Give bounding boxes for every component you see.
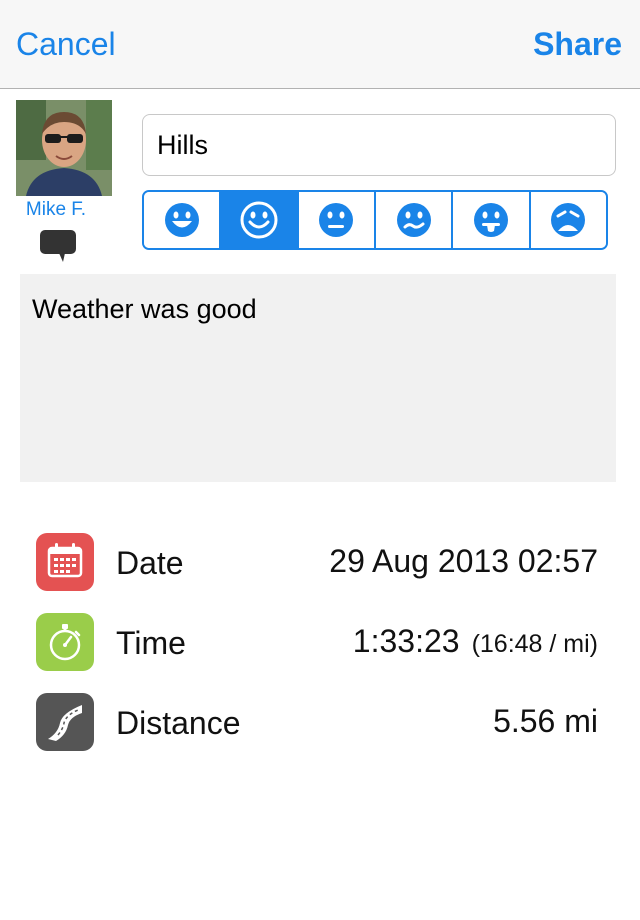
stopwatch-icon [36, 613, 94, 671]
mood-neutral-option[interactable] [298, 192, 376, 248]
mood-sad-option[interactable] [530, 192, 606, 248]
mood-selector [142, 190, 608, 250]
meh-face-icon [396, 203, 431, 237]
distance-row[interactable]: Distance 5.56 mi [36, 693, 604, 751]
speech-bubble-icon[interactable] [39, 228, 77, 264]
time-value-group: 1:33:23 (16:48 / mi) [353, 623, 598, 660]
time-value: 1:33:23 [352, 623, 460, 659]
time-label: Time [116, 625, 186, 661]
sad-face-icon [551, 203, 586, 237]
pace-value: (16:48 / mi) [471, 630, 598, 658]
mood-meh-option[interactable] [375, 192, 454, 248]
navigation-bar: Cancel Share [0, 0, 640, 89]
activity-title-input[interactable] [142, 114, 616, 176]
date-value: 29 Aug 2013 02:57 [329, 543, 598, 579]
profile-name[interactable]: Mike F. [16, 199, 96, 221]
neutral-face-icon [319, 203, 354, 237]
distance-value: 5.56 mi [493, 703, 598, 739]
distance-label: Distance [116, 705, 241, 741]
cancel-button[interactable]: Cancel [16, 26, 116, 63]
road-icon [36, 693, 94, 751]
mood-very-happy-option[interactable] [144, 192, 222, 248]
date-label: Date [116, 545, 184, 581]
happy-face-icon [240, 201, 278, 239]
very-happy-face-icon [164, 203, 199, 237]
share-button[interactable]: Share [533, 26, 622, 63]
silly-face-icon [473, 203, 508, 237]
mood-happy-option[interactable] [221, 192, 299, 248]
notes-textarea[interactable]: Weather was good [20, 274, 616, 482]
avatar[interactable] [16, 100, 112, 196]
calendar-icon [36, 533, 94, 591]
date-row[interactable]: Date 29 Aug 2013 02:57 [36, 533, 604, 591]
mood-silly-option[interactable] [453, 192, 531, 248]
time-row[interactable]: Time 1:33:23 (16:48 / mi) [36, 613, 604, 671]
